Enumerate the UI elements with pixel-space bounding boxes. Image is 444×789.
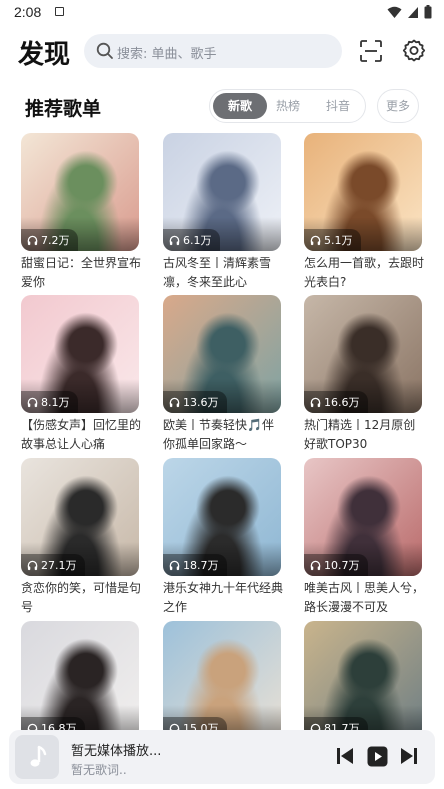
notification-icon <box>55 7 64 16</box>
play-count: 6.1万 <box>183 234 212 247</box>
playlist-cover[interactable]: 7.2万 <box>21 133 139 251</box>
playlist-card[interactable]: 15.0万 <box>163 621 281 733</box>
playlist-title[interactable]: 欧美丨节奏轻快🎵伴你孤单回家路～ <box>163 416 283 454</box>
play-count: 18.7万 <box>183 559 219 572</box>
cell-signal-icon <box>408 6 418 18</box>
play-count: 13.6万 <box>183 396 219 409</box>
headphones-icon <box>27 560 38 570</box>
section-header: 推荐歌单 新歌 热榜 抖音 更多 <box>0 88 444 124</box>
playlist-cover[interactable]: 81.7万 <box>304 621 422 733</box>
headphones-icon <box>310 560 321 570</box>
playlist-card[interactable]: 13.6万 欧美丨节奏轻快🎵伴你孤单回家路～ <box>163 295 281 454</box>
previous-track-icon[interactable] <box>335 746 355 766</box>
header: 发现 搜索: 单曲、歌手 <box>0 30 444 74</box>
play-count-badge: 7.2万 <box>21 229 78 251</box>
playlist-card[interactable]: 16.8万 <box>21 621 139 733</box>
status-icons <box>387 5 432 19</box>
playlist-title[interactable]: 古风冬至丨清辉素雪凛，冬来至此心 <box>163 254 283 292</box>
next-track-icon[interactable] <box>399 746 419 766</box>
playlist-title[interactable]: 热门精选丨12月原创好歌TOP30 <box>304 416 424 454</box>
page-title: 发现 <box>18 40 71 70</box>
play-count-badge: 27.1万 <box>21 554 85 576</box>
wifi-icon <box>387 6 402 18</box>
headphones-icon <box>27 235 38 245</box>
play-count: 27.1万 <box>41 559 77 572</box>
play-count-badge: 8.1万 <box>21 391 78 413</box>
play-count-badge: 10.7万 <box>304 554 368 576</box>
play-count-badge: 5.1万 <box>304 229 361 251</box>
play-count: 10.7万 <box>324 559 360 572</box>
album-art[interactable] <box>15 735 59 779</box>
headphones-icon <box>310 397 321 407</box>
playlist-title[interactable]: 贪恋你的笑，可惜是句号 <box>21 579 141 617</box>
playlist-card[interactable]: 7.2万 甜蜜日记：全世界宣布爱你 <box>21 133 141 292</box>
playlist-cover[interactable]: 8.1万 <box>21 295 139 413</box>
now-playing-title: 暂无媒体播放... <box>71 744 162 759</box>
tab-douyin[interactable]: 抖音 <box>313 93 363 119</box>
playlist-card[interactable]: 6.1万 古风冬至丨清辉素雪凛，冬来至此心 <box>163 133 281 292</box>
play-count: 16.6万 <box>324 396 360 409</box>
playlist-cover[interactable]: 6.1万 <box>163 133 281 251</box>
playlist-card[interactable]: 16.6万 热门精选丨12月原创好歌TOP30 <box>304 295 422 454</box>
play-count: 8.1万 <box>41 396 70 409</box>
playlist-cover[interactable]: 15.0万 <box>163 621 281 733</box>
playlist-grid: 7.2万 甜蜜日记：全世界宣布爱你 6.1万 古风冬至丨清辉素雪凛，冬来至此心 … <box>0 133 444 733</box>
section-title: 推荐歌单 <box>25 98 102 120</box>
playlist-title[interactable]: 甜蜜日记：全世界宣布爱你 <box>21 254 141 292</box>
tab-hot-chart[interactable]: 热榜 <box>263 93 313 119</box>
headphones-icon <box>27 397 38 407</box>
play-count: 7.2万 <box>41 234 70 247</box>
status-bar: 2:08 <box>0 0 444 26</box>
playlist-card[interactable]: 10.7万 唯美古风丨思美人兮，路长漫漫不可及 <box>304 458 424 617</box>
play-count-badge: 18.7万 <box>163 554 227 576</box>
playlist-cover[interactable]: 18.7万 <box>163 458 281 576</box>
playlist-title[interactable]: 怎么用一首歌，去跟时光表白? <box>304 254 424 292</box>
gear-icon[interactable] <box>402 39 426 63</box>
more-button[interactable]: 更多 <box>377 89 419 123</box>
tab-new-songs[interactable]: 新歌 <box>213 93 267 119</box>
playlist-card[interactable]: 27.1万 贪恋你的笑，可惜是句号 <box>21 458 141 617</box>
play-count-badge: 16.6万 <box>304 391 368 413</box>
play-icon[interactable] <box>367 746 388 767</box>
search-icon <box>96 42 113 59</box>
scan-icon[interactable] <box>360 40 382 62</box>
playlist-cover[interactable]: 16.6万 <box>304 295 422 413</box>
status-time: 2:08 <box>14 4 42 20</box>
playlist-title[interactable]: 港乐女神九十年代经典之作 <box>163 579 283 617</box>
playlist-cover[interactable]: 5.1万 <box>304 133 422 251</box>
search-input[interactable]: 搜索: 单曲、歌手 <box>117 43 217 62</box>
playlist-cover[interactable]: 10.7万 <box>304 458 422 576</box>
play-count-badge: 13.6万 <box>163 391 227 413</box>
playlist-card[interactable]: 18.7万 港乐女神九十年代经典之作 <box>163 458 283 617</box>
music-note-icon <box>30 745 47 767</box>
headphones-icon <box>169 560 180 570</box>
mini-player[interactable]: 暂无媒体播放... 暂无歌词.. <box>9 730 435 784</box>
headphones-icon <box>169 397 180 407</box>
playlist-cover[interactable]: 13.6万 <box>163 295 281 413</box>
playlist-cover[interactable]: 27.1万 <box>21 458 139 576</box>
headphones-icon <box>310 235 321 245</box>
play-count: 5.1万 <box>324 234 353 247</box>
headphones-icon <box>169 235 180 245</box>
tab-group: 新歌 热榜 抖音 <box>209 89 366 123</box>
playlist-card[interactable]: 8.1万 【伤感女声】回忆里的故事总让人心痛 <box>21 295 141 454</box>
now-playing-lyrics: 暂无歌词.. <box>71 763 127 777</box>
battery-icon <box>424 5 432 19</box>
playlist-card[interactable]: 5.1万 怎么用一首歌，去跟时光表白? <box>304 133 424 292</box>
playlist-title[interactable]: 【伤感女声】回忆里的故事总让人心痛 <box>21 416 141 454</box>
search-bar[interactable]: 搜索: 单曲、歌手 <box>84 34 342 68</box>
playlist-cover[interactable]: 16.8万 <box>21 621 139 733</box>
playlist-title[interactable]: 唯美古风丨思美人兮，路长漫漫不可及 <box>304 579 424 617</box>
playlist-card[interactable]: 81.7万 <box>304 621 422 733</box>
play-count-badge: 6.1万 <box>163 229 220 251</box>
